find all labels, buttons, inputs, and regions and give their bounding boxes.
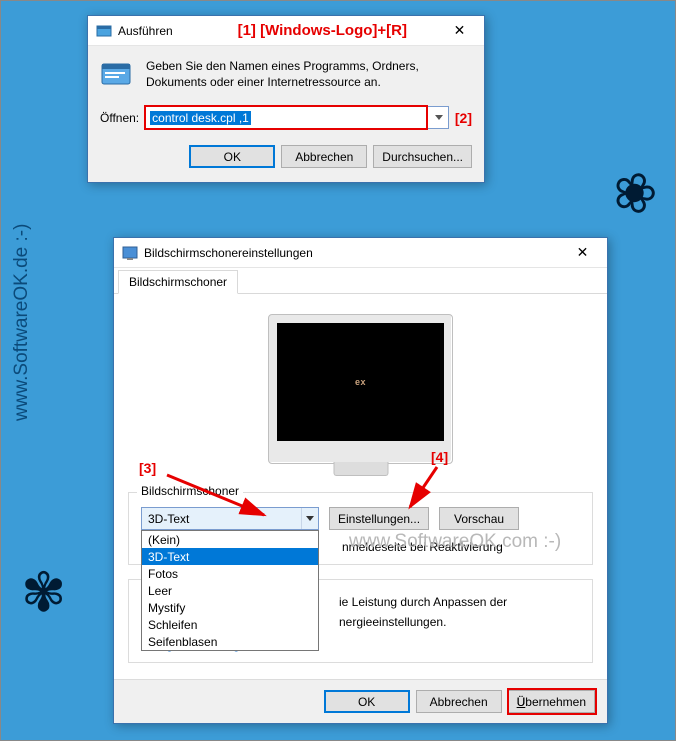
open-command-text: control desk.cpl ,1 <box>150 111 251 125</box>
apply-label: Übernehmen <box>517 695 586 709</box>
tab-screensaver[interactable]: Bildschirmschoner <box>118 270 238 294</box>
screensaver-settings-dialog: Bildschirmschonereinstellungen ✕ Bildsch… <box>113 237 608 724</box>
groupbox-legend: Bildschirmschoner <box>137 484 243 498</box>
screensaver-groupbox: Bildschirmschoner 3D-Text (Kein) 3D-Text… <box>128 492 593 565</box>
chevron-down-icon[interactable] <box>301 508 318 529</box>
settings-title: Bildschirmschonereinstellungen <box>144 246 560 260</box>
option-leer[interactable]: Leer <box>142 582 318 599</box>
preview-3d-text: ex <box>355 377 366 387</box>
decor-silhouette-2: ✾ <box>21 561 66 624</box>
select-value: 3D-Text <box>142 512 301 526</box>
cancel-button[interactable]: Abbrechen <box>416 690 502 713</box>
decor-silhouette-1: ❀ <box>603 156 666 230</box>
close-icon[interactable]: ✕ <box>560 238 605 267</box>
settings-titlebar: Bildschirmschonereinstellungen ✕ <box>114 238 607 268</box>
ok-button[interactable]: OK <box>189 145 275 168</box>
option-schleifen[interactable]: Schleifen <box>142 616 318 633</box>
option-seifenblasen[interactable]: Seifenblasen <box>142 633 318 650</box>
option-none[interactable]: (Kein) <box>142 531 318 548</box>
ok-button[interactable]: OK <box>324 690 410 713</box>
watermark-horizontal: www.SoftwareOK.com :-) <box>349 531 561 553</box>
screensaver-select[interactable]: 3D-Text (Kein) 3D-Text Fotos Leer Mystif… <box>141 507 319 530</box>
chevron-down-icon[interactable] <box>431 107 448 128</box>
preview-screen: ex <box>277 323 444 441</box>
cancel-button[interactable]: Abbrechen <box>281 145 367 168</box>
close-icon[interactable]: ✕ <box>437 16 482 45</box>
settings-window-icon <box>122 245 138 261</box>
annotation-1: [1] [Windows-Logo]+[R] <box>238 22 407 39</box>
energy-text-2: nergieeinstellungen. <box>339 614 580 630</box>
open-label: Öffnen: <box>100 111 139 125</box>
run-dialog-icon <box>100 58 134 92</box>
energy-text-1: ie Leistung durch Anpassen der <box>339 594 580 610</box>
annotation-2: [2] <box>455 110 472 126</box>
run-description: Geben Sie den Namen eines Programms, Ord… <box>146 58 472 92</box>
option-mystify[interactable]: Mystify <box>142 599 318 616</box>
run-dialog: Ausführen [1] [Windows-Logo]+[R] ✕ Geben… <box>87 15 485 183</box>
open-combobox[interactable]: control desk.cpl ,1 <box>145 106 449 129</box>
settings-button[interactable]: Einstellungen... <box>329 507 429 530</box>
preview-button[interactable]: Vorschau <box>439 507 519 530</box>
option-fotos[interactable]: Fotos <box>142 565 318 582</box>
annotation-3: [3] <box>139 460 156 476</box>
preview-monitor: ex <box>268 314 453 464</box>
apply-button[interactable]: Übernehmen Ü <box>508 690 595 713</box>
run-window-icon <box>96 23 112 39</box>
annotation-4: [4] <box>431 449 448 465</box>
run-title: Ausführen <box>118 24 238 38</box>
run-titlebar: Ausführen [1] [Windows-Logo]+[R] ✕ <box>88 16 484 46</box>
screensaver-dropdown: (Kein) 3D-Text Fotos Leer Mystify Schlei… <box>141 530 319 651</box>
option-3d-text[interactable]: 3D-Text <box>142 548 318 565</box>
browse-button[interactable]: Durchsuchen... <box>373 145 472 168</box>
tab-strip: Bildschirmschoner <box>114 268 607 294</box>
watermark-vertical: www.SoftwareOK.de :-) <box>11 224 33 421</box>
